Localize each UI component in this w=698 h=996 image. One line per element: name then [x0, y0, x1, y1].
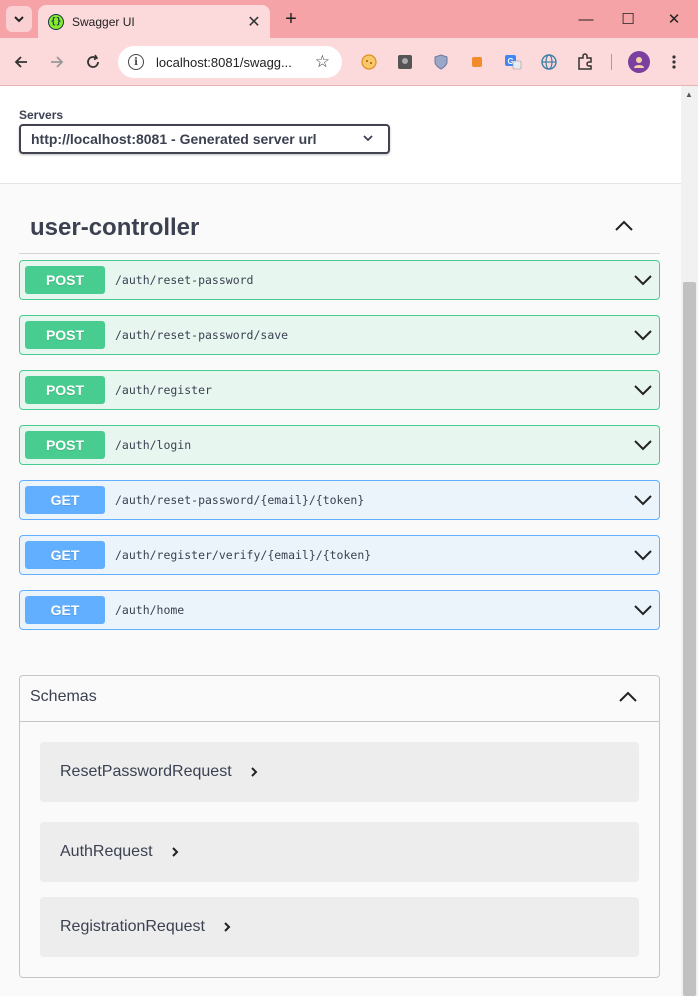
toolbar-separator [611, 54, 612, 70]
operation-get-register-verify[interactable]: GET /auth/register/verify/{email}/{token… [19, 535, 660, 575]
model-name: RegistrationRequest [60, 918, 205, 935]
method-badge: POST [25, 266, 105, 294]
puzzle-orange-icon[interactable] [467, 52, 487, 72]
chevron-down-icon[interactable] [632, 489, 654, 511]
servers-selected-value: http://localhost:8081 - Generated server… [31, 131, 317, 147]
tab-search-button[interactable] [6, 6, 32, 32]
minimize-icon[interactable]: — [572, 6, 600, 32]
operation-get-home[interactable]: GET /auth/home [19, 590, 660, 630]
operation-post-reset-password-save[interactable]: POST /auth/reset-password/save [19, 315, 660, 355]
forward-icon[interactable] [45, 50, 69, 74]
chevron-up-icon[interactable] [612, 214, 636, 238]
browser-tab-bar: {} Swagger UI ✕ + — ☐ ✕ [0, 0, 698, 38]
schemas-header[interactable]: Schemas [20, 676, 659, 722]
site-info-icon[interactable]: i [128, 54, 144, 70]
method-badge: POST [25, 321, 105, 349]
chevron-right-icon [171, 847, 178, 857]
method-badge: POST [25, 376, 105, 404]
method-badge: GET [25, 541, 105, 569]
servers-label: Servers [19, 108, 64, 122]
servers-section: Servers http://localhost:8081 - Generate… [0, 86, 681, 184]
chevron-down-icon [14, 16, 24, 23]
schemas-title: Schemas [30, 688, 97, 705]
swagger-favicon-icon: {} [48, 13, 64, 30]
address-bar[interactable]: i localhost:8081/swagg... ☆ [118, 46, 342, 78]
method-badge: GET [25, 596, 105, 624]
globe-icon[interactable] [539, 52, 559, 72]
operation-post-reset-password[interactable]: POST /auth/reset-password [19, 260, 660, 300]
model-name: AuthRequest [60, 843, 153, 860]
chevron-up-icon[interactable] [617, 686, 639, 708]
operation-path: /auth/register [115, 383, 212, 397]
chevron-down-icon[interactable] [632, 544, 654, 566]
chevron-down-icon[interactable] [632, 324, 654, 346]
scroll-up-arrow-icon[interactable]: ▲ [685, 90, 693, 99]
tab-close-icon[interactable]: ✕ [244, 12, 264, 32]
operation-post-register[interactable]: POST /auth/register [19, 370, 660, 410]
method-badge: GET [25, 486, 105, 514]
servers-select[interactable]: http://localhost:8081 - Generated server… [19, 124, 390, 154]
chevron-right-icon [250, 767, 258, 777]
operation-path: /auth/login [115, 438, 192, 452]
shield-icon[interactable] [431, 52, 451, 72]
tab-title: Swagger UI [72, 14, 135, 29]
operation-get-reset-password-token[interactable]: GET /auth/reset-password/{email}/{token} [19, 480, 660, 520]
back-icon[interactable] [9, 50, 33, 74]
reload-icon[interactable] [81, 50, 105, 74]
schema-model-auth-request[interactable]: AuthRequest [40, 822, 639, 882]
new-tab-icon[interactable]: + [280, 8, 302, 30]
tag-section-header[interactable]: user-controller [19, 208, 660, 254]
page-scrollbar[interactable]: ▲ [681, 86, 698, 996]
chevron-down-icon[interactable] [632, 434, 654, 456]
schema-model-reset-password-request[interactable]: ResetPasswordRequest [40, 742, 639, 802]
close-window-icon[interactable]: ✕ [660, 6, 688, 32]
operation-path: /auth/register/verify/{email}/{token} [115, 548, 372, 562]
cookie-icon[interactable] [359, 52, 379, 72]
url-text: localhost:8081/swagg... [156, 54, 292, 70]
chevron-down-icon[interactable] [632, 269, 654, 291]
maximize-icon[interactable]: ☐ [614, 6, 642, 32]
chevron-right-icon [224, 922, 231, 932]
chevron-down-icon [362, 132, 374, 146]
operation-path: /auth/reset-password/{email}/{token} [115, 493, 365, 507]
operation-path: /auth/reset-password/save [115, 328, 289, 342]
swagger-page: Servers http://localhost:8081 - Generate… [0, 86, 681, 996]
operation-path: /auth/home [115, 603, 185, 617]
translate-icon[interactable]: G [503, 52, 523, 72]
schemas-section: Schemas ResetPasswordRequest AuthRequest… [19, 675, 660, 978]
schema-model-registration-request[interactable]: RegistrationRequest [40, 897, 639, 957]
extensions-icon[interactable] [575, 52, 595, 72]
chevron-down-icon[interactable] [632, 599, 654, 621]
tag-title: user-controller [30, 214, 200, 241]
operation-path: /auth/reset-password [115, 273, 254, 287]
browser-toolbar: i localhost:8081/swagg... ☆ G [0, 38, 698, 86]
terminal-icon[interactable] [395, 52, 415, 72]
profile-avatar[interactable] [628, 51, 650, 73]
model-name: ResetPasswordRequest [60, 763, 232, 780]
scrollbar-thumb[interactable] [683, 282, 696, 996]
chevron-down-icon[interactable] [632, 379, 654, 401]
browser-tab[interactable]: {} Swagger UI ✕ [38, 5, 270, 38]
bookmark-star-icon[interactable]: ☆ [315, 52, 330, 72]
operation-post-login[interactable]: POST /auth/login [19, 425, 660, 465]
browser-menu-icon[interactable] [664, 52, 684, 72]
method-badge: POST [25, 431, 105, 459]
